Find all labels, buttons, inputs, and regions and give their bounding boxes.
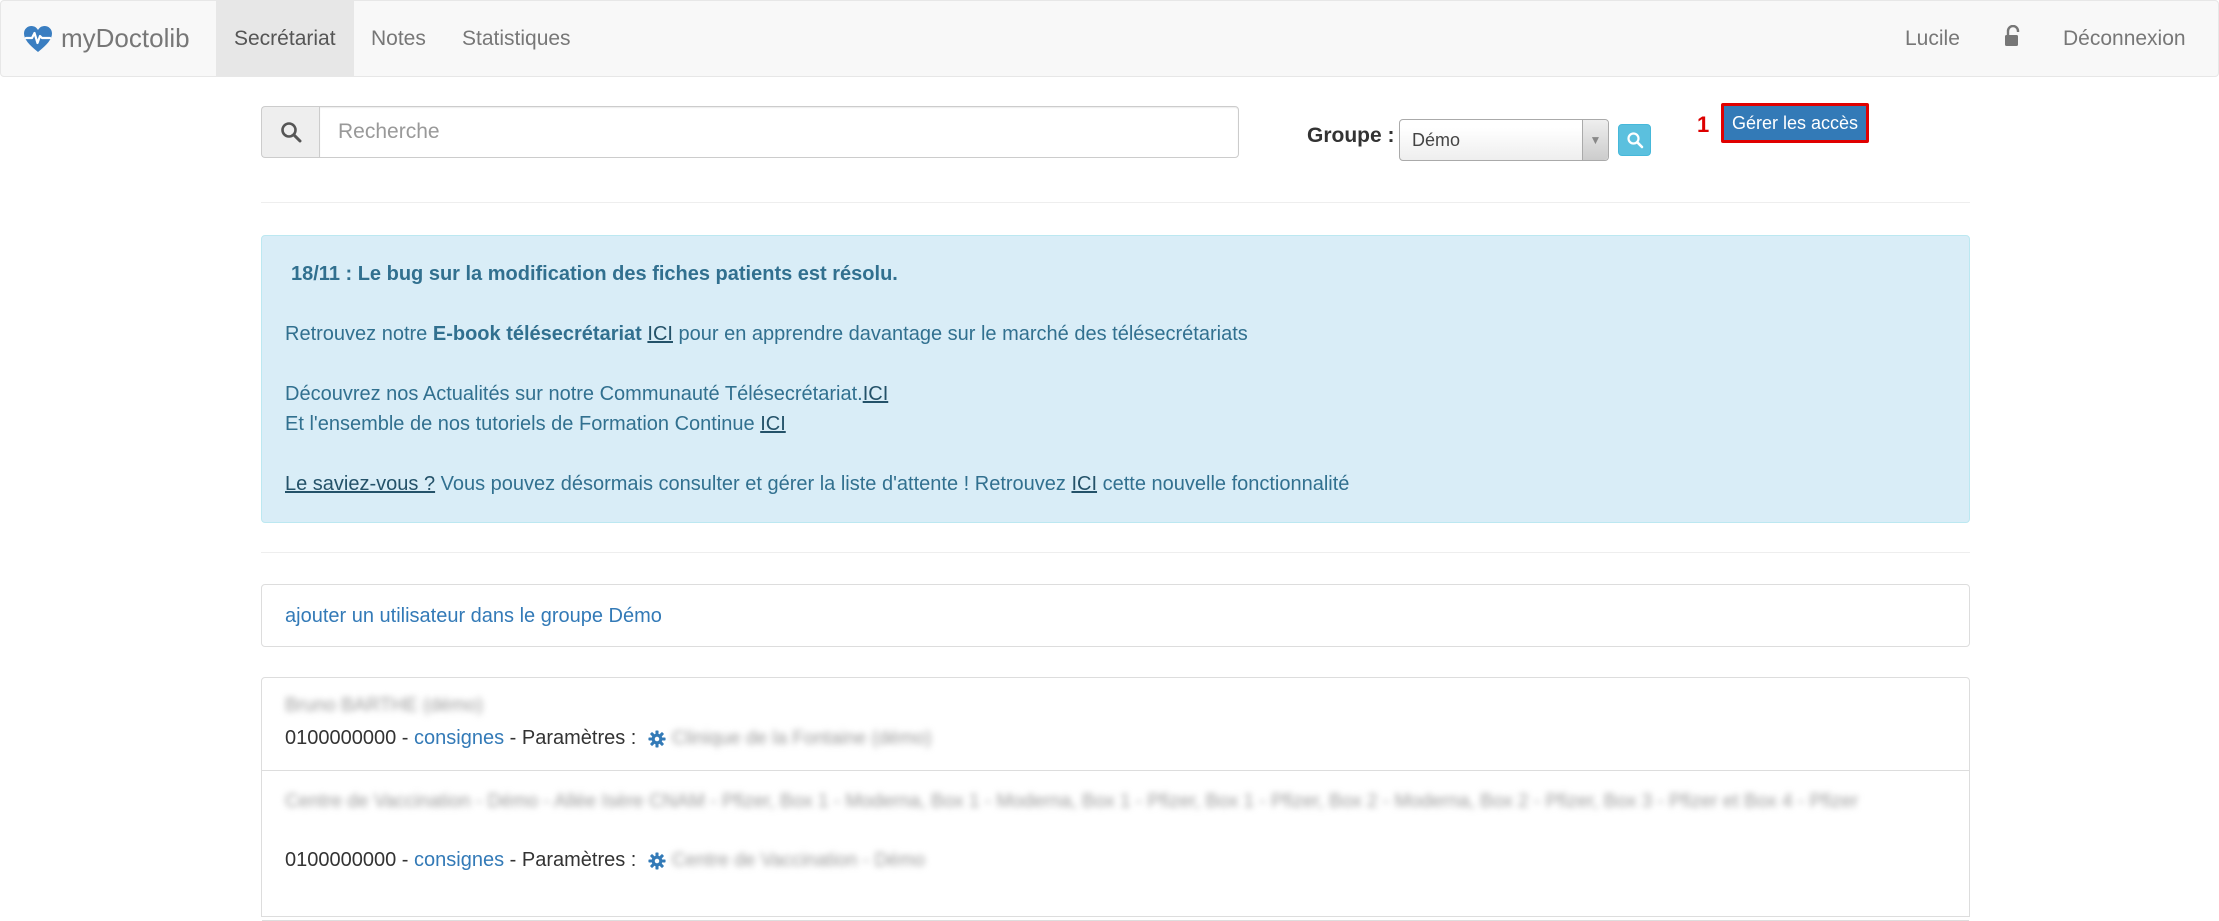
- brand-name: myDoctolib: [61, 23, 190, 53]
- entries-list: Bruno BARTHE (démo) 0100000000 - consign…: [261, 677, 1970, 921]
- add-user-panel: ajouter un utilisateur dans le groupe Dé…: [261, 584, 1970, 647]
- entry-consignes-link[interactable]: consignes: [414, 849, 504, 872]
- gear-icon[interactable]: [648, 729, 666, 748]
- brand-logo-link[interactable]: myDoctolib: [23, 1, 190, 76]
- list-item: Bruno BARTHE (démo) 0100000000 - consign…: [262, 678, 1969, 771]
- entry-separator: -: [396, 727, 415, 749]
- search-addon: [261, 106, 319, 158]
- entry-name: Centre de Vaccination - Démo - Allée Isè…: [285, 791, 1859, 812]
- search-group: [261, 106, 1239, 158]
- list-item: Centre de Vaccination - Démo - Allée Isè…: [262, 771, 1969, 921]
- entry-param-value[interactable]: Clinique de la Fontaine (démo): [672, 728, 932, 750]
- caret-down-icon[interactable]: ▼: [1582, 120, 1608, 160]
- search-input[interactable]: [319, 106, 1239, 158]
- nav-tab-secretariat[interactable]: Secrétariat: [216, 1, 354, 76]
- entry-params-label: - Paramètres :: [504, 849, 642, 871]
- alert-headline: 18/11 : Le bug sur la modification des f…: [291, 263, 898, 285]
- annotation-number: 1: [1697, 112, 1710, 137]
- nav-tab-notes[interactable]: Notes: [353, 1, 444, 76]
- alert-ebook-pre: Retrouvez notre: [285, 323, 433, 345]
- entry-consignes-link[interactable]: consignes: [414, 727, 504, 750]
- alert-news-line: Découvrez nos Actualités sur notre Commu…: [285, 383, 888, 406]
- alert-tutorials-line: Et l'ensemble de nos tutoriels de Format…: [285, 413, 786, 436]
- top-navbar: myDoctolib Secrétariat Notes Statistique…: [0, 0, 2219, 77]
- entry-meta: 0100000000 - consignes - Paramètres :: [285, 849, 925, 872]
- nav-logout-link[interactable]: Déconnexion: [2045, 1, 2204, 76]
- gear-icon[interactable]: [648, 851, 666, 870]
- unlock-icon: [2005, 25, 2020, 47]
- entry-phone: 0100000000: [285, 727, 397, 749]
- group-label: Groupe :: [1307, 124, 1395, 147]
- alert-news-link[interactable]: ICI: [863, 383, 889, 405]
- alert-tip-line: Le saviez-vous ? Vous pouvez désormais c…: [285, 473, 1349, 496]
- search-icon: [1626, 132, 1643, 149]
- entry-separator: -: [396, 849, 415, 871]
- divider: [261, 202, 1970, 203]
- alert-waitlist-link[interactable]: ICI: [1071, 473, 1097, 495]
- nav-user-name[interactable]: Lucile: [1887, 1, 1978, 76]
- search-icon: [280, 122, 301, 143]
- divider: [261, 552, 1970, 553]
- alert-tutorials-link[interactable]: ICI: [760, 413, 786, 435]
- entry-name: Bruno BARTHE (démo): [285, 695, 484, 716]
- group-select[interactable]: Démo ▼: [1399, 119, 1609, 161]
- entry-phone: 0100000000: [285, 849, 397, 871]
- heart-pulse-icon: [24, 25, 52, 52]
- alert-news-text: Découvrez nos Actualités sur notre Commu…: [285, 383, 863, 405]
- add-user-link[interactable]: ajouter un utilisateur dans le groupe Dé…: [285, 605, 662, 628]
- info-alert: 18/11 : Le bug sur la modification des f…: [261, 235, 1970, 523]
- entry-meta: 0100000000 - consignes - Paramètres :: [285, 727, 932, 750]
- alert-ebook-title: E-book télésecrétariat: [432, 323, 642, 345]
- alert-tip-text: Vous pouvez désormais consulter et gérer…: [435, 473, 1072, 495]
- alert-ebook-link[interactable]: ICI: [647, 323, 673, 345]
- alert-tip-post: cette nouvelle fonctionnalité: [1097, 473, 1350, 495]
- nav-lock-link[interactable]: [1990, 1, 2036, 76]
- group-search-button[interactable]: [1618, 124, 1651, 156]
- alert-tutorials-text: Et l'ensemble de nos tutoriels de Format…: [285, 413, 761, 435]
- entry-params-label: - Paramètres :: [504, 727, 642, 749]
- entry-param-value[interactable]: Centre de Vaccination - Démo: [672, 850, 925, 872]
- group-select-value: Démo: [1412, 130, 1461, 150]
- alert-tip-link[interactable]: Le saviez-vous ?: [285, 473, 435, 495]
- alert-ebook-line: Retrouvez notre E-book télésecrétariat I…: [285, 323, 1248, 346]
- alert-ebook-post: pour en apprendre davantage sur le march…: [678, 323, 1248, 345]
- manage-access-button[interactable]: Gérer les accès: [1721, 103, 1869, 143]
- nav-tab-statistiques[interactable]: Statistiques: [444, 1, 589, 76]
